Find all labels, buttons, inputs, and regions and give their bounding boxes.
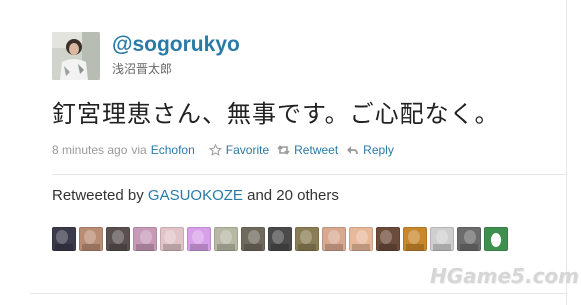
retweeted-prefix: Retweeted by xyxy=(52,187,144,204)
avatar-frame xyxy=(268,227,292,251)
retweeter-avatar[interactable] xyxy=(241,227,265,251)
user-avatar[interactable] xyxy=(52,32,100,80)
avatar-frame xyxy=(133,227,157,251)
user-screen-name[interactable]: @sogorukyo xyxy=(112,33,240,57)
reply-icon xyxy=(346,144,360,156)
avatar-frame xyxy=(214,227,238,251)
retweeter-avatar[interactable] xyxy=(214,227,238,251)
retweeter-avatar[interactable] xyxy=(79,227,103,251)
retweeted-suffix: and 20 others xyxy=(247,187,339,204)
retweeter-avatar[interactable] xyxy=(376,227,400,251)
divider xyxy=(52,174,566,175)
retweeter-avatar[interactable] xyxy=(322,227,346,251)
avatar-frame xyxy=(376,227,400,251)
reply-button[interactable]: Reply xyxy=(346,143,394,157)
bottom-divider xyxy=(30,293,566,294)
retweeter-avatars xyxy=(52,227,508,251)
retweeter-avatar[interactable] xyxy=(187,227,211,251)
favorite-label: Favorite xyxy=(225,143,270,157)
retweeter-avatar[interactable] xyxy=(295,227,319,251)
avatar-frame xyxy=(160,227,184,251)
retweeter-avatar[interactable] xyxy=(106,227,130,251)
avatar-frame xyxy=(106,227,130,251)
retweeter-avatar[interactable] xyxy=(52,227,76,251)
retweeter-avatar[interactable] xyxy=(430,227,454,251)
avatar-frame xyxy=(241,227,265,251)
retweeter-avatar[interactable] xyxy=(268,227,292,251)
retweet-icon xyxy=(277,144,291,156)
retweeter-avatar[interactable] xyxy=(484,227,508,251)
avatar-frame xyxy=(322,227,346,251)
favorite-button[interactable]: Favorite xyxy=(208,143,270,157)
retweeter-avatar[interactable] xyxy=(160,227,184,251)
avatar-frame xyxy=(403,227,427,251)
tweet-timestamp[interactable]: 8 minutes ago xyxy=(52,143,127,157)
retweeter-avatar[interactable] xyxy=(349,227,373,251)
avatar-frame xyxy=(430,227,454,251)
retweeter-avatar[interactable] xyxy=(133,227,157,251)
star-icon xyxy=(208,143,223,156)
retweeter-link[interactable]: GASUOKOZE xyxy=(148,187,243,204)
avatar-frame xyxy=(187,227,211,251)
avatar-frame xyxy=(457,227,481,251)
avatar-frame xyxy=(295,227,319,251)
retweet-button[interactable]: Retweet xyxy=(277,143,338,157)
user-full-name: 浅沼晋太郎 xyxy=(112,62,173,76)
reply-label: Reply xyxy=(363,143,394,157)
avatar-frame xyxy=(52,227,76,251)
tweet-page: @sogorukyo 浅沼晋太郎 釘宮理恵さん、無事です。ご心配なく。 8 mi… xyxy=(0,0,581,305)
retweet-label: Retweet xyxy=(294,143,339,157)
tweet-meta: 8 minutes ago via Echofon Favorite Retwe… xyxy=(52,143,394,157)
retweeter-avatar[interactable] xyxy=(457,227,481,251)
watermark: HGame5.com xyxy=(430,264,580,288)
avatar-frame xyxy=(349,227,373,251)
column-divider xyxy=(566,0,567,305)
tweet-text: 釘宮理恵さん、無事です。ご心配なく。 xyxy=(52,100,500,128)
retweeter-avatar[interactable] xyxy=(403,227,427,251)
retweeted-by: Retweeted by GASUOKOZE and 20 others xyxy=(52,187,339,204)
avatar-frame xyxy=(484,227,508,251)
via-label: via xyxy=(131,143,147,157)
avatar-frame xyxy=(79,227,103,251)
tweet-source-link[interactable]: Echofon xyxy=(151,143,195,157)
